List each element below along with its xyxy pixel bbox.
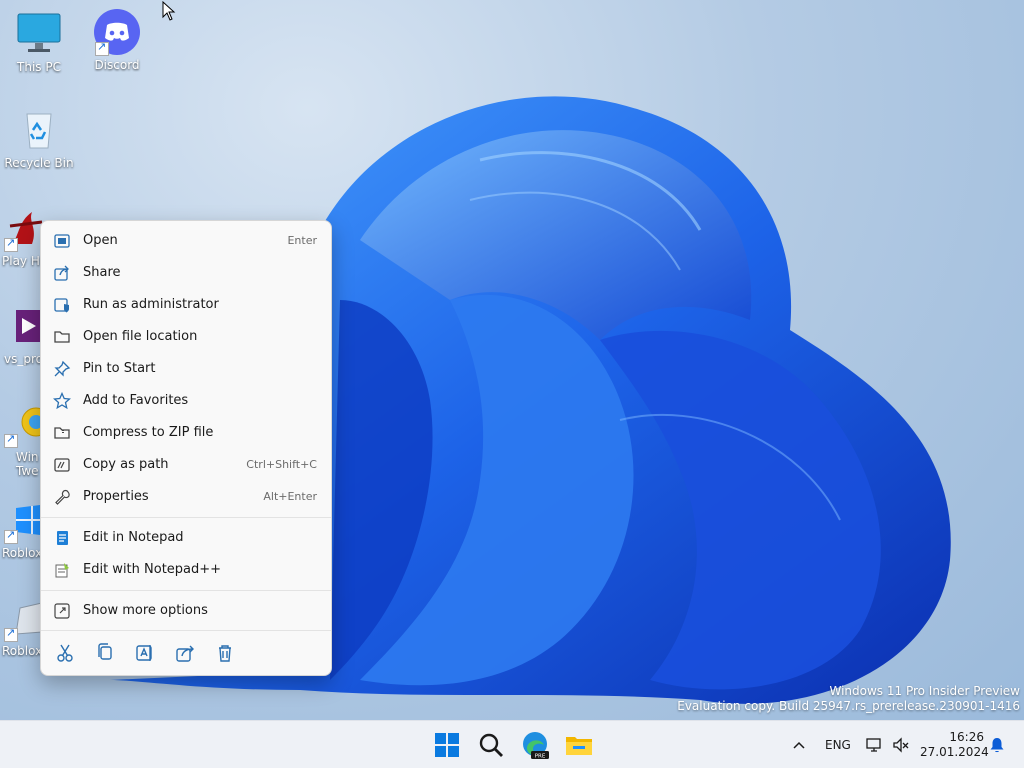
menu-item-edit-in-notepad[interactable]: Edit in Notepad (45, 523, 327, 553)
menu-item-shortcut: Alt+Enter (263, 490, 317, 503)
menu-item-run-as-administrator[interactable]: Run as administrator (45, 290, 327, 320)
clock[interactable]: 16:26 27.01.2024 (920, 730, 989, 760)
menu-item-label: Add to Favorites (83, 393, 189, 408)
menu-separator (41, 590, 331, 591)
copy-path-icon (54, 458, 70, 472)
taskbar: PRE ENG 16:26 27.01.2024 (0, 720, 1024, 768)
menu-item-label: Show more options (83, 603, 208, 618)
menu-item-open-file-location[interactable]: Open file location (45, 322, 327, 352)
open-icon (54, 234, 70, 248)
rename-icon[interactable] (133, 641, 157, 665)
monitor-icon (15, 10, 63, 58)
input-language-indicator[interactable]: ENG (825, 738, 851, 752)
shield-icon (54, 298, 69, 313)
menu-item-shortcut: Ctrl+Shift+C (246, 458, 317, 471)
desktop-icon-recycle-bin[interactable]: Recycle Bin (1, 106, 77, 186)
shortcut-arrow-icon (95, 40, 109, 56)
recycle-bin-icon (15, 106, 63, 154)
evaluation-watermark: Windows 11 Pro Insider Preview Evaluatio… (677, 684, 1020, 714)
desktop-icon-label: This PC (17, 60, 61, 74)
desktop[interactable]: This PC Discord Recycle Bin Play Hi vs_p… (0, 0, 1024, 720)
file-explorer-icon[interactable] (563, 729, 595, 761)
chevron-up-icon[interactable] (792, 739, 806, 751)
shortcut-arrow-icon (4, 626, 18, 642)
menu-item-label: Copy as path (83, 457, 169, 472)
context-menu: Open Enter Share Run as administrator Op… (40, 220, 332, 676)
menu-item-label: Open (83, 233, 118, 248)
menu-item-label: Open file location (83, 329, 198, 344)
menu-item-open[interactable]: Open Enter (45, 226, 327, 256)
menu-item-label: Compress to ZIP file (83, 425, 214, 440)
menu-item-properties[interactable]: Properties Alt+Enter (45, 482, 327, 512)
volume-muted-icon[interactable] (892, 736, 910, 754)
menu-item-shortcut: Enter (287, 234, 317, 247)
copy-icon[interactable] (93, 641, 117, 665)
clock-time: 16:26 (949, 730, 984, 744)
menu-item-pin-to-start[interactable]: Pin to Start (45, 354, 327, 384)
menu-item-label: Share (83, 265, 121, 280)
wrench-icon (55, 489, 70, 505)
menu-item-show-more-options[interactable]: Show more options (45, 596, 327, 626)
start-icon[interactable] (431, 729, 463, 761)
menu-item-compress-to-zip[interactable]: Compress to ZIP file (45, 418, 327, 448)
svg-text:PRE: PRE (535, 753, 546, 759)
notification-bell-icon[interactable] (988, 736, 1006, 754)
watermark-line2: Evaluation copy. Build 25947.rs_prerelea… (677, 699, 1020, 713)
desktop-icon-label: Recycle Bin (4, 156, 74, 170)
menu-item-label: Run as administrator (83, 297, 219, 312)
folder-icon (54, 331, 70, 343)
cut-icon[interactable] (53, 641, 77, 665)
desktop-icon-label: Discord (94, 58, 140, 72)
pin-icon (54, 360, 71, 377)
menu-separator (41, 630, 331, 631)
watermark-line1: Windows 11 Pro Insider Preview (829, 684, 1020, 698)
menu-item-label: Edit with Notepad++ (83, 562, 222, 577)
menu-item-copy-as-path[interactable]: Copy as path Ctrl+Shift+C (45, 450, 327, 480)
shortcut-arrow-icon (4, 236, 18, 252)
clock-date: 27.01.2024 (920, 745, 989, 759)
share-icon (54, 265, 69, 281)
delete-icon[interactable] (213, 641, 237, 665)
notepadpp-icon (55, 563, 69, 578)
share-icon[interactable] (173, 641, 197, 665)
desktop-icon-discord[interactable]: Discord (79, 8, 155, 88)
discord-icon (93, 8, 141, 56)
menu-item-label: Properties (83, 489, 149, 504)
zip-icon (54, 427, 70, 439)
menu-item-edit-with-notepad-plus-plus[interactable]: Edit with Notepad++ (45, 555, 327, 585)
network-icon[interactable] (865, 736, 883, 754)
menu-item-label: Edit in Notepad (83, 530, 184, 545)
notepad-icon (57, 531, 68, 545)
menu-item-share[interactable]: Share (45, 258, 327, 288)
desktop-icon-this-pc[interactable]: This PC (1, 10, 77, 90)
edge-beta-icon[interactable]: PRE (519, 729, 551, 761)
shortcut-arrow-icon (4, 432, 18, 448)
menu-separator (41, 517, 331, 518)
search-icon[interactable] (475, 729, 507, 761)
star-icon (53, 392, 71, 410)
more-options-icon (54, 603, 70, 619)
menu-item-add-to-favorites[interactable]: Add to Favorites (45, 386, 327, 416)
shortcut-arrow-icon (4, 528, 18, 544)
mouse-cursor-icon (162, 1, 176, 21)
menu-item-label: Pin to Start (83, 361, 156, 376)
